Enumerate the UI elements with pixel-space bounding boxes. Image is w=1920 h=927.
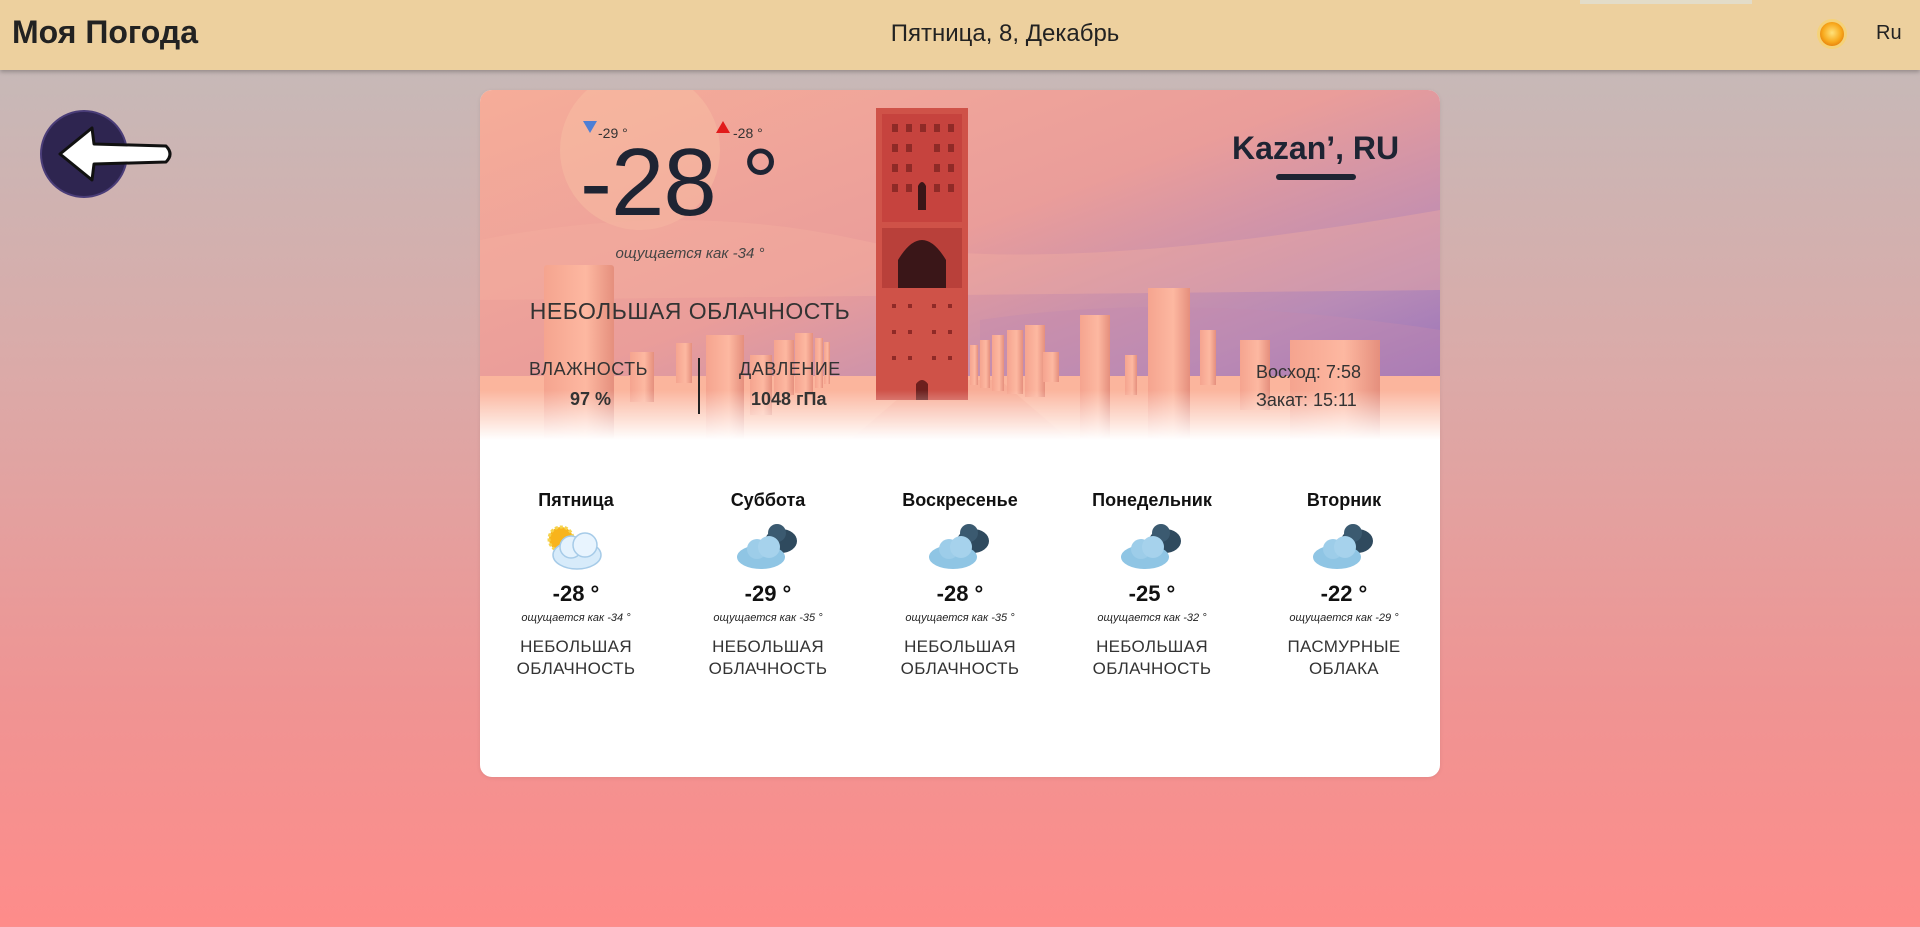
weather-card: -29 ° -28 ° -28 ° ощущается как -34 ° НЕ…	[480, 90, 1440, 777]
date-container: Пятница, 8, Декабрь	[0, 20, 1920, 48]
feels-like: ощущается как -34 °	[615, 245, 765, 262]
stats-divider	[698, 358, 700, 414]
clouds-icon	[929, 524, 989, 569]
forecast-temp: -25 °	[1128, 581, 1176, 606]
sunset-time: Закат: 15:11	[1256, 390, 1357, 410]
forecast-day[interactable]: Понедельник -25 ° ощущается как -32 ° НЕ…	[1056, 490, 1248, 680]
forecast-day-name: Суббота	[730, 490, 806, 510]
forecast-temp: -22 °	[1320, 581, 1368, 606]
forecast-temp: -28 °	[936, 581, 984, 606]
forecast-day[interactable]: Пятница -28 ° ощущается как -34 ° НЕБОЛЬ…	[480, 490, 672, 680]
forecast-feels-like: ощущается как -32 °	[1097, 612, 1207, 624]
forecast-day[interactable]: Суббота -29 ° ощущается как -35 ° НЕБОЛЬ…	[672, 490, 864, 680]
clouds-icon	[737, 524, 797, 569]
forecast-condition: ПАСМУРНЫЕ ОБЛАКА	[1287, 637, 1401, 678]
clouds-icon	[1121, 524, 1181, 569]
clouds-icon	[1313, 524, 1373, 569]
forecast-feels-like: ощущается как -35 °	[905, 612, 1015, 624]
city-underline	[1276, 174, 1356, 180]
header-bar: Моя Погода Пятница, 8, Декабрь Ru	[0, 0, 1920, 70]
forecast-day-name: Воскресенье	[902, 490, 1018, 510]
sunrise-time: Восход: 7:58	[1256, 362, 1361, 382]
forecast-condition: НЕБОЛЬШАЯ ОБЛАЧНОСТЬ	[1092, 637, 1212, 678]
forecast-feels-like: ощущается как -35 °	[713, 612, 823, 624]
arrow-left-icon[interactable]	[38, 108, 178, 200]
current-date: Пятница, 8, Декабрь	[890, 20, 1120, 47]
forecast-list: Пятница -28 ° ощущается как -34 ° НЕБОЛЬ…	[480, 490, 1440, 690]
city-name[interactable]: Kazan’, RU	[1232, 130, 1399, 167]
language-switch[interactable]: Ru	[1876, 22, 1902, 45]
weather-condition: НЕБОЛЬШАЯ ОБЛАЧНОСТЬ	[529, 298, 851, 324]
header-tab-indicator	[1580, 0, 1752, 4]
current-temperature: -28 °	[580, 129, 780, 236]
forecast-day-name: Понедельник	[1092, 490, 1212, 510]
forecast-temp: -29 °	[744, 581, 792, 606]
app-title[interactable]: Моя Погода	[12, 14, 198, 51]
forecast-day[interactable]: Воскресенье -28 ° ощущается как -35 ° НЕ…	[864, 490, 1056, 680]
humidity-label: ВЛАЖНОСТЬ	[529, 359, 648, 379]
forecast-day-name: Пятница	[538, 490, 614, 510]
pressure-value: 1048 гПа	[751, 389, 827, 409]
partly-cloudy-icon	[547, 525, 602, 570]
forecast-condition: НЕБОЛЬШАЯ ОБЛАЧНОСТЬ	[900, 637, 1020, 678]
forecast-feels-like: ощущается как -29 °	[1289, 612, 1399, 624]
forecast-temp: -28 °	[552, 581, 600, 606]
forecast-day-name: Вторник	[1306, 490, 1382, 510]
forecast-day[interactable]: Вторник -22 ° ощущается как -29 ° ПАСМУР…	[1248, 490, 1440, 680]
weather-hero: -29 ° -28 ° -28 ° ощущается как -34 ° НЕ…	[480, 90, 1440, 440]
forecast-feels-like: ощущается как -34 °	[521, 612, 631, 624]
sun-icon[interactable]	[1816, 18, 1848, 50]
pressure-label: ДАВЛЕНИЕ	[739, 359, 841, 379]
forecast-condition: НЕБОЛЬШАЯ ОБЛАЧНОСТЬ	[516, 637, 636, 678]
forecast-condition: НЕБОЛЬШАЯ ОБЛАЧНОСТЬ	[708, 637, 828, 678]
humidity-value: 97 %	[570, 389, 612, 409]
